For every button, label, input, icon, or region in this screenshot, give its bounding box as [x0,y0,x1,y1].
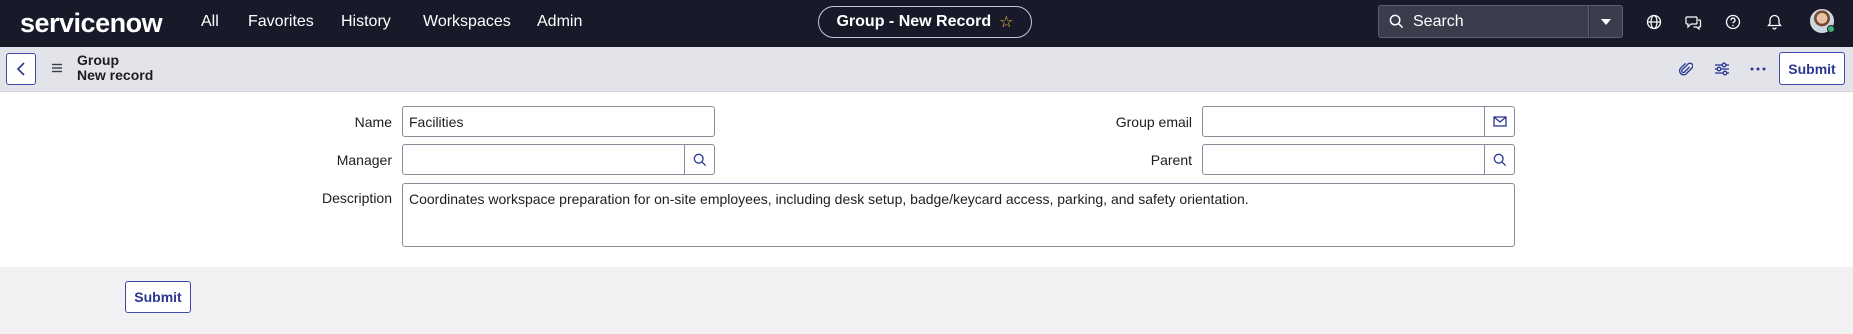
group-email-field[interactable] [1202,106,1485,137]
description-field[interactable]: Coordinates workspace preparation for on… [402,183,1515,247]
back-button[interactable] [6,53,36,85]
parent-label: Parent [1150,152,1192,168]
search-icon [1389,14,1404,29]
top-navigation: servicenow All Favorites History Workspa… [0,0,1853,47]
manager-label: Manager [336,152,392,168]
footer-submit-button[interactable]: Submit [125,281,191,313]
presence-status-icon [1827,25,1835,33]
name-label: Name [354,114,392,130]
caret-down-icon [1601,18,1611,25]
chevron-left-icon [16,62,25,76]
table-name: Group [77,52,119,68]
record-heading: Group New record [77,53,153,83]
description-label: Description [321,190,392,206]
globe-icon[interactable] [1644,12,1664,32]
global-search-input[interactable]: Search [1378,5,1589,38]
record-form: Name Facilities Manager Description Coor… [0,92,1853,267]
search-placeholder: Search [1413,12,1464,30]
record-status: New record [77,67,154,83]
header-submit-button[interactable]: Submit [1779,52,1845,85]
parent-field[interactable] [1202,144,1485,175]
parent-lookup-button[interactable] [1484,144,1515,175]
sliders-icon[interactable] [1712,59,1732,79]
nav-workspaces[interactable]: Workspaces [423,13,511,31]
nav-favorites[interactable]: Favorites [248,13,314,31]
form-header: Group New record Submit [0,47,1853,92]
record-title-pill[interactable]: Group - New Record ☆ [818,6,1032,38]
search-scope-dropdown[interactable] [1589,5,1623,38]
send-email-button[interactable] [1484,106,1515,137]
nav-admin[interactable]: Admin [537,13,582,31]
servicenow-logo[interactable]: servicenow [20,8,163,39]
chat-icon[interactable] [1683,12,1703,32]
help-icon[interactable] [1723,12,1743,32]
more-options-icon[interactable] [1748,59,1768,79]
paperclip-icon[interactable] [1676,59,1696,79]
group-email-label: Group email [1115,114,1192,130]
context-menu-icon[interactable] [50,61,64,75]
nav-all[interactable]: All [201,13,219,31]
name-field[interactable]: Facilities [402,106,715,137]
notifications-bell-icon[interactable] [1764,12,1784,32]
nav-history[interactable]: History [341,13,391,31]
manager-lookup-button[interactable] [684,144,715,175]
search-icon [1493,153,1506,166]
manager-field[interactable] [402,144,685,175]
favorite-star-icon[interactable]: ☆ [999,12,1013,32]
record-title-text: Group - New Record [836,13,992,30]
envelope-icon [1492,116,1507,127]
search-icon [693,153,706,166]
